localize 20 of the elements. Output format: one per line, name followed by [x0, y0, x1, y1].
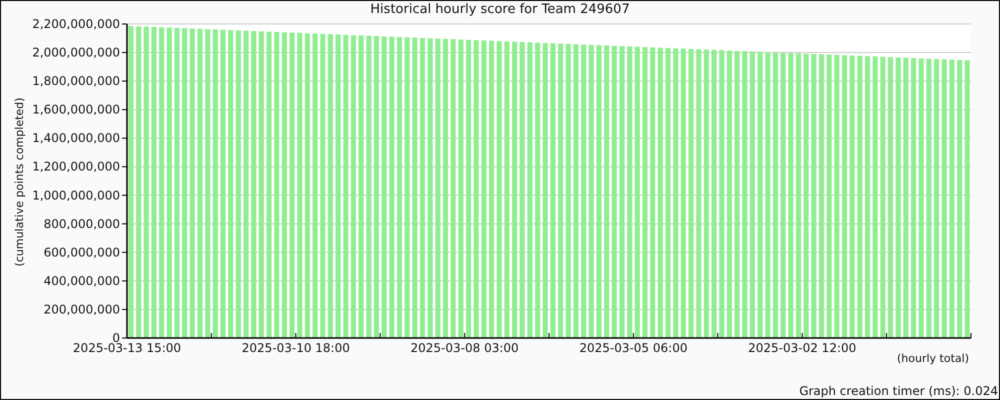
axis-tick-label: 2025-03-02 12:00 [748, 341, 856, 355]
axis-tick-label: 2025-03-05 06:00 [579, 341, 688, 355]
y-axis-label: (cumulative points completed) [13, 98, 26, 266]
axis-tick-label: 2025-03-08 03:00 [410, 341, 519, 355]
footer-text: Graph creation timer (ms): 0.024 [799, 384, 998, 398]
axis-tick-label: 1,200,000,000 [32, 160, 120, 174]
axis-tick-label: 2025-03-13 15:00 [72, 341, 182, 355]
x-axis-label: (hourly total) [897, 352, 969, 365]
axis-tick-label: 2,200,000,000 [32, 18, 120, 31]
axis-tick-label: 1,800,000,000 [32, 74, 120, 88]
axis-tick-label: 1,000,000,000 [32, 188, 120, 202]
axis-tick-label: 600,000,000 [44, 245, 120, 260]
axis-tick-label: 2025-03-10 18:00 [242, 341, 350, 355]
axis-tick-label: 1,600,000,000 [32, 102, 120, 117]
chart-title: Historical hourly score for Team 249607 [370, 2, 630, 18]
axis-tick-label: 200,000,000 [44, 302, 120, 316]
axis-tick-label: 2,000,000,000 [32, 46, 120, 60]
axis-tick-label: 400,000,000 [44, 274, 120, 288]
axis-tick-label: 1,400,000,000 [32, 131, 120, 146]
axis-tick-label: 800,000,000 [44, 216, 120, 231]
